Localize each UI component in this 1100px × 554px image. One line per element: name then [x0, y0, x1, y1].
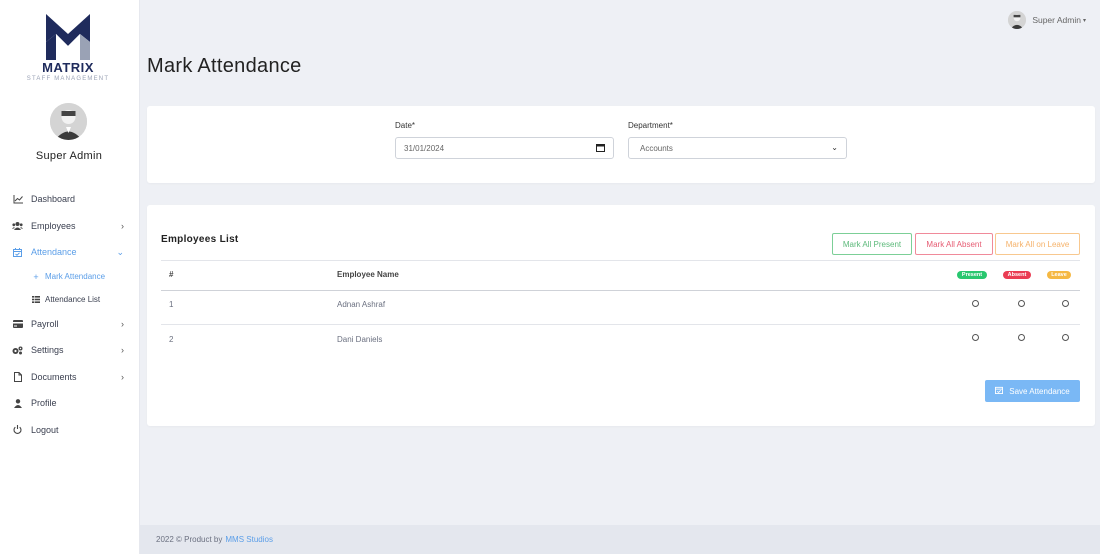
- column-header-index: #: [169, 270, 174, 279]
- sidebar-item-documents[interactable]: Documents ›: [0, 364, 138, 391]
- department-value: Accounts: [640, 143, 673, 153]
- sidebar-user-name: Super Admin: [35, 150, 103, 162]
- save-attendance-label: Save Attendance: [1009, 386, 1070, 396]
- chevron-right-icon: ›: [121, 220, 124, 231]
- save-attendance-button[interactable]: Save Attendance: [985, 380, 1080, 402]
- absent-badge: Absent: [1003, 271, 1031, 279]
- absent-radio[interactable]: [1018, 334, 1025, 341]
- mark-all-leave-button[interactable]: Mark All on Leave: [995, 233, 1080, 255]
- user-silhouette-icon: [1008, 11, 1027, 29]
- employees-card: Employees List Mark All Present Mark All…: [147, 205, 1095, 426]
- power-icon: [12, 424, 23, 435]
- sidebar-item-label: Payroll: [31, 318, 59, 329]
- brand-logo[interactable]: MATRIX STAFF MANAGEMENT: [20, 12, 116, 90]
- date-input[interactable]: 31/01/2024: [395, 137, 614, 159]
- leave-radio[interactable]: [1062, 334, 1069, 341]
- user-icon: [12, 398, 23, 409]
- chevron-down-icon: ⌄: [116, 247, 124, 257]
- sidebar-item-employees[interactable]: Employees ›: [0, 213, 138, 240]
- chevron-down-icon: ⌄: [831, 143, 838, 152]
- employee-name: Dani Daniels: [337, 335, 383, 344]
- footer: 2022 © Product by MMS Studios: [140, 525, 1100, 554]
- sidebar-item-attendance-list[interactable]: Attendance List: [0, 288, 138, 311]
- sidebar-item-label: Attendance: [31, 247, 77, 258]
- employee-name: Adnan Ashraf: [337, 300, 386, 309]
- sidebar-item-attendance[interactable]: Attendance ⌄: [0, 239, 138, 266]
- sidebar-item-label: Attendance List: [45, 294, 101, 304]
- sidebar: MATRIX STAFF MANAGEMENT Super Admin Dash…: [0, 0, 140, 554]
- row-index: 1: [169, 300, 174, 309]
- filters-card: Date* 31/01/2024 Department* Accounts ⌄: [147, 106, 1095, 183]
- sidebar-item-label: Documents: [31, 371, 77, 382]
- file-icon: [12, 371, 23, 382]
- brand-name: MATRIX: [42, 60, 94, 75]
- plus-icon: +: [33, 271, 39, 282]
- chevron-right-icon: ›: [121, 318, 124, 329]
- user-silhouette-icon: [50, 103, 87, 140]
- matrix-logo-icon: [46, 14, 90, 60]
- date-label: Date*: [395, 121, 416, 130]
- table-divider: [161, 290, 1080, 291]
- sidebar-item-settings[interactable]: Settings ›: [0, 337, 138, 364]
- page-title: Mark Attendance: [147, 55, 302, 77]
- table-divider: [161, 260, 1080, 261]
- user-avatar: [50, 103, 87, 140]
- sidebar-item-label: Profile: [31, 398, 57, 409]
- sidebar-item-mark-attendance[interactable]: + Mark Attendance: [0, 266, 138, 289]
- row-index: 2: [169, 335, 174, 344]
- mark-all-absent-button[interactable]: Mark All Absent: [915, 233, 993, 255]
- sidebar-item-label: Mark Attendance: [45, 272, 106, 282]
- calendar-check-icon: [12, 247, 23, 258]
- sidebar-item-label: Settings: [31, 345, 64, 356]
- users-icon: [12, 220, 23, 231]
- credit-card-icon: [12, 318, 23, 329]
- header-avatar: [1008, 11, 1027, 29]
- column-header-name: Employee Name: [337, 270, 399, 279]
- leave-badge: Leave: [1047, 271, 1071, 279]
- sidebar-item-logout[interactable]: Logout: [0, 417, 138, 444]
- footer-link[interactable]: MMS Studios: [225, 535, 273, 544]
- footer-text: 2022 © Product by: [156, 535, 223, 544]
- brand-tagline: STAFF MANAGEMENT: [26, 76, 110, 82]
- calendar-check-icon: [995, 386, 1004, 396]
- department-select[interactable]: Accounts ⌄: [628, 137, 847, 159]
- employees-list-title: Employees List: [161, 234, 239, 245]
- sidebar-item-label: Employees: [31, 220, 76, 231]
- calendar-icon[interactable]: [596, 143, 605, 154]
- sidebar-item-label: Dashboard: [31, 194, 76, 205]
- sidebar-item-payroll[interactable]: Payroll ›: [0, 311, 138, 338]
- sidebar-item-profile[interactable]: Profile: [0, 390, 138, 417]
- leave-radio[interactable]: [1062, 300, 1069, 307]
- table-divider: [161, 324, 1080, 325]
- header-user-menu[interactable]: Super Admin ▾: [1008, 11, 1086, 29]
- chevron-right-icon: ›: [121, 345, 124, 355]
- chart-line-icon: [12, 194, 23, 205]
- chevron-down-icon: ▾: [1082, 17, 1086, 24]
- sidebar-item-label: Logout: [31, 424, 59, 435]
- present-radio[interactable]: [972, 334, 979, 341]
- chevron-right-icon: ›: [121, 371, 124, 382]
- sidebar-nav: Dashboard Employees › Attendance ⌄ + Mar…: [0, 186, 138, 443]
- mark-all-present-button[interactable]: Mark All Present: [832, 233, 912, 255]
- present-radio[interactable]: [972, 300, 979, 307]
- sidebar-item-dashboard[interactable]: Dashboard: [0, 186, 138, 213]
- date-value: 31/01/2024: [404, 143, 445, 153]
- header-user-name: Super Admin: [1032, 15, 1081, 25]
- present-badge: Present: [957, 271, 987, 279]
- list-icon: [32, 294, 40, 305]
- cogs-icon: [12, 345, 23, 356]
- absent-radio[interactable]: [1018, 300, 1025, 307]
- department-label: Department*: [628, 121, 673, 130]
